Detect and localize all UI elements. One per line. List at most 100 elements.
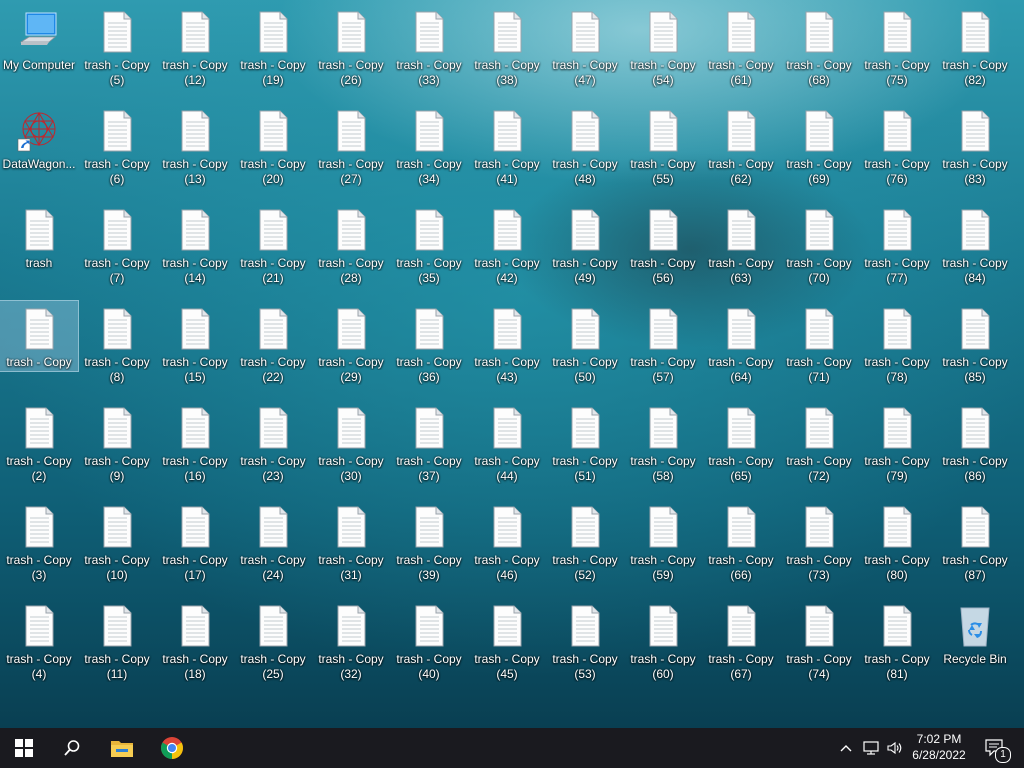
desktop-item[interactable]: trash - Copy (16) (156, 400, 234, 496)
desktop-item[interactable]: trash - Copy (72) (780, 400, 858, 496)
volume-button[interactable] (884, 728, 906, 768)
desktop-item[interactable]: trash - Copy (82) (936, 4, 1014, 100)
desktop-item[interactable]: trash - Copy (36) (390, 301, 468, 397)
desktop-item[interactable]: trash - Copy (67) (702, 598, 780, 694)
desktop-item[interactable]: trash - Copy (23) (234, 400, 312, 496)
network-button[interactable] (860, 728, 882, 768)
desktop-item[interactable]: trash - Copy (56) (624, 202, 702, 298)
desktop-item[interactable]: trash - Copy (53) (546, 598, 624, 694)
desktop-item[interactable]: trash - Copy (64) (702, 301, 780, 397)
desktop-item[interactable]: trash - Copy (52) (546, 499, 624, 595)
desktop-item[interactable]: trash - Copy (71) (780, 301, 858, 397)
desktop-item[interactable]: trash - Copy (19) (234, 4, 312, 100)
desktop-item[interactable]: trash - Copy (77) (858, 202, 936, 298)
desktop-item[interactable]: trash - Copy (7) (78, 202, 156, 298)
desktop-item[interactable]: trash - Copy (21) (234, 202, 312, 298)
desktop-item[interactable]: trash - Copy (31) (312, 499, 390, 595)
desktop-item[interactable]: trash - Copy (87) (936, 499, 1014, 595)
desktop-item[interactable]: trash - Copy (79) (858, 400, 936, 496)
desktop-item[interactable]: trash - Copy (59) (624, 499, 702, 595)
desktop-item[interactable]: trash - Copy (76) (858, 103, 936, 199)
desktop-item[interactable]: trash - Copy (27) (312, 103, 390, 199)
desktop-item[interactable]: trash - Copy (58) (624, 400, 702, 496)
desktop-item[interactable]: trash - Copy (63) (702, 202, 780, 298)
chrome-button[interactable] (148, 728, 196, 768)
desktop-item[interactable]: trash - Copy (51) (546, 400, 624, 496)
desktop-item[interactable]: trash - Copy (9) (78, 400, 156, 496)
desktop-item[interactable]: trash - Copy (14) (156, 202, 234, 298)
desktop-item[interactable]: trash - Copy (18) (156, 598, 234, 694)
file-explorer-button[interactable] (98, 728, 146, 768)
desktop-item[interactable]: trash - Copy (8) (78, 301, 156, 397)
desktop-item[interactable]: trash - Copy (66) (702, 499, 780, 595)
desktop-item[interactable]: Recycle Bin (936, 598, 1014, 694)
desktop-item[interactable]: trash - Copy (62) (702, 103, 780, 199)
desktop-item[interactable]: trash - Copy (32) (312, 598, 390, 694)
desktop-item[interactable]: trash - Copy (5) (78, 4, 156, 100)
desktop-item[interactable]: trash - Copy (57) (624, 301, 702, 397)
desktop-item[interactable]: trash - Copy (17) (156, 499, 234, 595)
desktop-item[interactable]: trash - Copy (34) (390, 103, 468, 199)
desktop-item[interactable]: trash - Copy (74) (780, 598, 858, 694)
desktop-item[interactable]: trash - Copy (43) (468, 301, 546, 397)
desktop-item[interactable]: DataWagon... (0, 103, 78, 199)
desktop-item[interactable]: trash - Copy (84) (936, 202, 1014, 298)
desktop-item[interactable]: trash - Copy (45) (468, 598, 546, 694)
desktop-item[interactable]: trash - Copy (11) (78, 598, 156, 694)
desktop-item[interactable]: trash - Copy (41) (468, 103, 546, 199)
desktop-item[interactable]: trash - Copy (29) (312, 301, 390, 397)
desktop-item[interactable]: trash - Copy (15) (156, 301, 234, 397)
desktop-item[interactable]: trash - Copy (61) (702, 4, 780, 100)
desktop-item[interactable]: trash - Copy (44) (468, 400, 546, 496)
desktop[interactable]: My Computer DataWagon... trash trash - Copy… (0, 0, 1024, 728)
desktop-item[interactable]: trash - Copy (73) (780, 499, 858, 595)
desktop-item[interactable]: trash - Copy (85) (936, 301, 1014, 397)
desktop-item[interactable]: trash - Copy (54) (624, 4, 702, 100)
desktop-item[interactable]: trash - Copy (40) (390, 598, 468, 694)
start-button[interactable] (0, 728, 48, 768)
desktop-item[interactable]: trash - Copy (20) (234, 103, 312, 199)
desktop-item[interactable]: trash - Copy (70) (780, 202, 858, 298)
desktop-item[interactable]: trash - Copy (28) (312, 202, 390, 298)
show-hidden-icons-button[interactable] (836, 728, 856, 768)
desktop-item[interactable]: trash - Copy (25) (234, 598, 312, 694)
desktop-item[interactable]: trash - Copy (60) (624, 598, 702, 694)
desktop-item[interactable]: trash - Copy (48) (546, 103, 624, 199)
desktop-item[interactable]: trash - Copy (68) (780, 4, 858, 100)
desktop-item[interactable]: trash - Copy (24) (234, 499, 312, 595)
desktop-item[interactable]: trash - Copy (12) (156, 4, 234, 100)
search-button[interactable] (48, 728, 96, 768)
desktop-item[interactable]: trash - Copy (39) (390, 499, 468, 595)
desktop-item[interactable]: trash - Copy (33) (390, 4, 468, 100)
desktop-item[interactable]: trash - Copy (3) (0, 499, 78, 595)
desktop-item[interactable]: trash - Copy (81) (858, 598, 936, 694)
desktop-item[interactable]: My Computer (0, 4, 78, 100)
desktop-item[interactable]: trash - Copy (13) (156, 103, 234, 199)
desktop-item[interactable]: trash - Copy (2) (0, 400, 78, 496)
desktop-item[interactable]: trash - Copy (42) (468, 202, 546, 298)
desktop-item[interactable]: trash - Copy (75) (858, 4, 936, 100)
desktop-item[interactable]: trash - Copy (30) (312, 400, 390, 496)
desktop-item[interactable]: trash - Copy (38) (468, 4, 546, 100)
desktop-item[interactable]: trash - Copy (0, 300, 79, 372)
desktop-item[interactable]: trash (0, 202, 78, 298)
desktop-item[interactable]: trash - Copy (49) (546, 202, 624, 298)
desktop-item[interactable]: trash - Copy (69) (780, 103, 858, 199)
desktop-item[interactable]: trash - Copy (55) (624, 103, 702, 199)
desktop-item[interactable]: trash - Copy (10) (78, 499, 156, 595)
desktop-item[interactable]: trash - Copy (4) (0, 598, 78, 694)
desktop-item[interactable]: trash - Copy (83) (936, 103, 1014, 199)
notification-center-button[interactable]: 1 (980, 728, 1011, 768)
desktop-item[interactable]: trash - Copy (46) (468, 499, 546, 595)
desktop-item[interactable]: trash - Copy (50) (546, 301, 624, 397)
desktop-item[interactable]: trash - Copy (22) (234, 301, 312, 397)
clock[interactable]: 7:02 PM 6/28/2022 (904, 731, 974, 763)
desktop-item[interactable]: trash - Copy (65) (702, 400, 780, 496)
desktop-item[interactable]: trash - Copy (26) (312, 4, 390, 100)
desktop-item[interactable]: trash - Copy (47) (546, 4, 624, 100)
desktop-item[interactable]: trash - Copy (37) (390, 400, 468, 496)
desktop-item[interactable]: trash - Copy (80) (858, 499, 936, 595)
desktop-item[interactable]: trash - Copy (86) (936, 400, 1014, 496)
desktop-item[interactable]: trash - Copy (78) (858, 301, 936, 397)
desktop-item[interactable]: trash - Copy (6) (78, 103, 156, 199)
